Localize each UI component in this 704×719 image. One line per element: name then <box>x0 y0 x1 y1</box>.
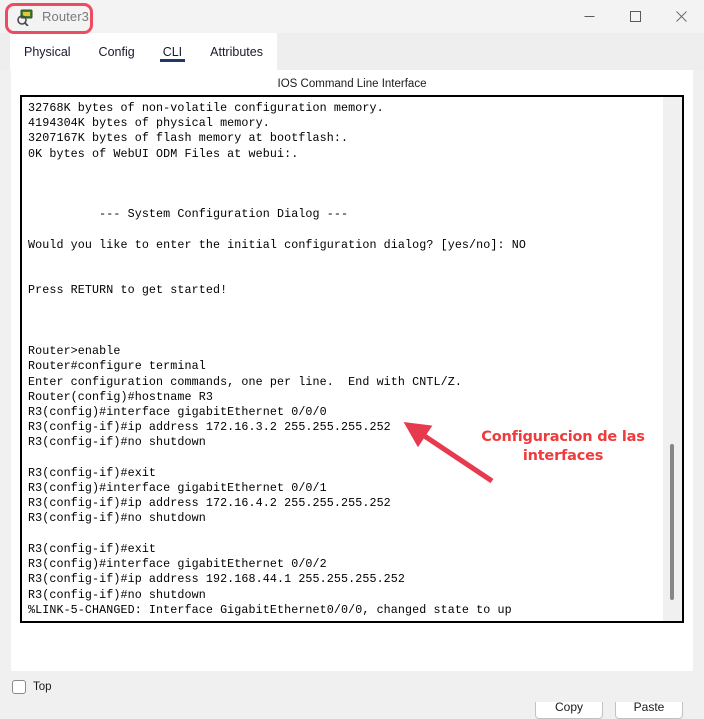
terminal-scrollbar-thumb[interactable] <box>670 444 674 600</box>
window-controls <box>566 0 704 33</box>
tab-cli[interactable]: CLI <box>148 33 197 70</box>
top-checkbox-label: Top <box>33 680 52 693</box>
tab-physical[interactable]: Physical <box>10 33 85 70</box>
top-checkbox[interactable] <box>12 679 26 694</box>
minimize-icon[interactable] <box>566 0 612 33</box>
panel-heading: IOS Command Line Interface <box>277 78 427 90</box>
tab-cli-label: CLI <box>162 44 183 59</box>
window-title-group: Router3 <box>0 0 89 33</box>
tab-config-label: Config <box>98 44 135 59</box>
tab-cli-active-indicator <box>159 59 186 62</box>
cli-panel: IOS Command Line Interface 32768K bytes … <box>11 70 693 719</box>
tab-bar: Physical Config CLI Attributes <box>0 33 704 70</box>
window-titlebar: Router3 <box>0 0 704 34</box>
window-title: Router3 <box>42 9 89 24</box>
close-icon[interactable] <box>658 0 704 33</box>
maximize-icon[interactable] <box>612 0 658 33</box>
terminal-output[interactable]: 32768K bytes of non-volatile configurati… <box>22 97 662 621</box>
packet-tracer-router-icon <box>16 8 34 27</box>
router-cli-window: Router3 Physical Config CLI Attributes I… <box>0 0 704 719</box>
tab-attributes-label: Attributes <box>210 44 263 59</box>
terminal-container: 32768K bytes of non-volatile configurati… <box>20 95 684 623</box>
tab-physical-label: Physical <box>24 44 71 59</box>
window-bottom-bar: Top <box>0 671 704 702</box>
terminal-scrollbar[interactable] <box>663 97 682 621</box>
tab-attributes[interactable]: Attributes <box>196 33 277 70</box>
tab-config[interactable]: Config <box>84 33 149 70</box>
